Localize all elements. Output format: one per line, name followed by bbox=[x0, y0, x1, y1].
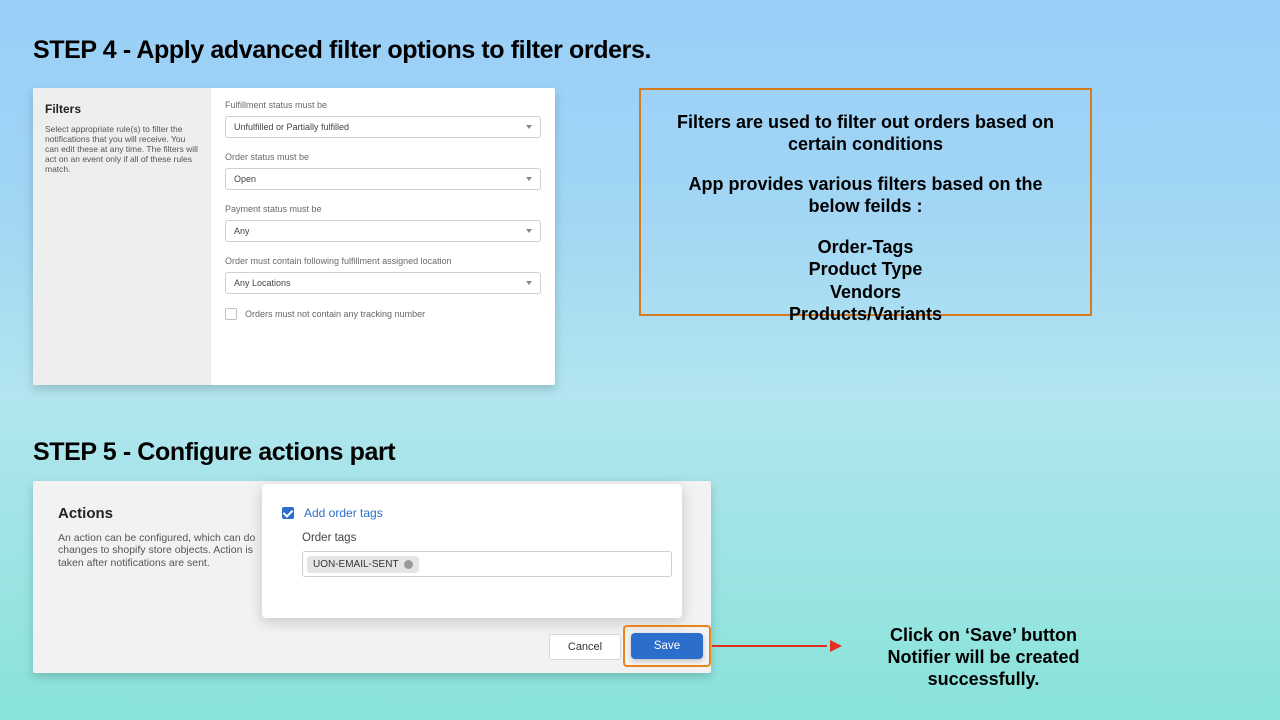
callout-item: Vendors bbox=[665, 281, 1066, 304]
chevron-down-icon bbox=[526, 281, 532, 285]
callout-item: Order-Tags bbox=[665, 236, 1066, 259]
callout-item: Products/Variants bbox=[665, 303, 1066, 326]
filters-subtitle: Select appropriate rule(s) to filter the… bbox=[45, 124, 199, 174]
actions-title: Actions bbox=[58, 505, 258, 522]
filters-title: Filters bbox=[45, 102, 199, 116]
location-label: Order must contain following fulfillment… bbox=[225, 256, 541, 266]
tracking-checkbox-label: Orders must not contain any tracking num… bbox=[245, 309, 425, 319]
checkbox-empty-icon bbox=[225, 308, 237, 320]
fulfillment-value: Unfulfilled or Partially fulfilled bbox=[234, 122, 349, 132]
save-button[interactable]: Save bbox=[631, 633, 703, 659]
arrow-head-icon bbox=[830, 640, 842, 652]
filters-sidebar: Filters Select appropriate rule(s) to fi… bbox=[33, 88, 211, 385]
chevron-down-icon bbox=[526, 125, 532, 129]
fulfillment-label: Fulfillment status must be bbox=[225, 100, 541, 110]
step5-heading: STEP 5 - Configure actions part bbox=[33, 438, 395, 467]
step4-heading: STEP 4 - Apply advanced filter options t… bbox=[33, 36, 651, 65]
order-tags-label: Order tags bbox=[302, 532, 662, 544]
location-select[interactable]: Any Locations bbox=[225, 272, 541, 294]
save-caption-l1: Click on ‘Save’ button bbox=[846, 625, 1121, 647]
checkbox-checked-icon bbox=[282, 507, 294, 519]
callout-list: Order-Tags Product Type Vendors Products… bbox=[665, 236, 1066, 326]
callout-line1: Filters are used to filter out orders ba… bbox=[665, 112, 1066, 156]
save-caption: Click on ‘Save’ button Notifier will be … bbox=[846, 625, 1121, 691]
tag-chip[interactable]: UON-EMAIL-SENT bbox=[307, 556, 419, 573]
orderstatus-value: Open bbox=[234, 174, 256, 184]
filters-form: Fulfillment status must be Unfulfilled o… bbox=[211, 88, 555, 385]
add-order-tags-row[interactable]: Add order tags bbox=[282, 506, 662, 520]
orderstatus-select[interactable]: Open bbox=[225, 168, 541, 190]
arrow-annotation bbox=[712, 645, 842, 647]
chevron-down-icon bbox=[526, 229, 532, 233]
tracking-checkbox-row[interactable]: Orders must not contain any tracking num… bbox=[225, 308, 541, 320]
fulfillment-select[interactable]: Unfulfilled or Partially fulfilled bbox=[225, 116, 541, 138]
cancel-button[interactable]: Cancel bbox=[549, 634, 621, 660]
arrow-line bbox=[712, 645, 827, 647]
paymentstatus-label: Payment status must be bbox=[225, 204, 541, 214]
save-caption-l2: Notifier will be created successfully. bbox=[846, 647, 1121, 691]
location-value: Any Locations bbox=[234, 278, 291, 288]
paymentstatus-select[interactable]: Any bbox=[225, 220, 541, 242]
tag-chip-label: UON-EMAIL-SENT bbox=[313, 559, 399, 570]
actions-subtitle: An action can be configured, which can d… bbox=[58, 532, 258, 569]
callout-line2: App provides various filters based on th… bbox=[665, 174, 1066, 218]
actions-sidebar: Actions An action can be configured, whi… bbox=[58, 505, 258, 569]
chevron-down-icon bbox=[526, 177, 532, 181]
add-order-tags-label: Add order tags bbox=[304, 506, 383, 520]
callout-item: Product Type bbox=[665, 258, 1066, 281]
remove-tag-icon[interactable] bbox=[404, 560, 413, 569]
cancel-label: Cancel bbox=[568, 641, 602, 653]
filters-panel: Filters Select appropriate rule(s) to fi… bbox=[33, 88, 555, 385]
save-label: Save bbox=[654, 640, 680, 652]
order-tags-input[interactable]: UON-EMAIL-SENT bbox=[302, 551, 672, 577]
paymentstatus-value: Any bbox=[234, 226, 250, 236]
save-highlight: Save bbox=[623, 625, 711, 667]
actions-card: Add order tags Order tags UON-EMAIL-SENT bbox=[262, 484, 682, 618]
filters-callout: Filters are used to filter out orders ba… bbox=[639, 88, 1092, 316]
orderstatus-label: Order status must be bbox=[225, 152, 541, 162]
